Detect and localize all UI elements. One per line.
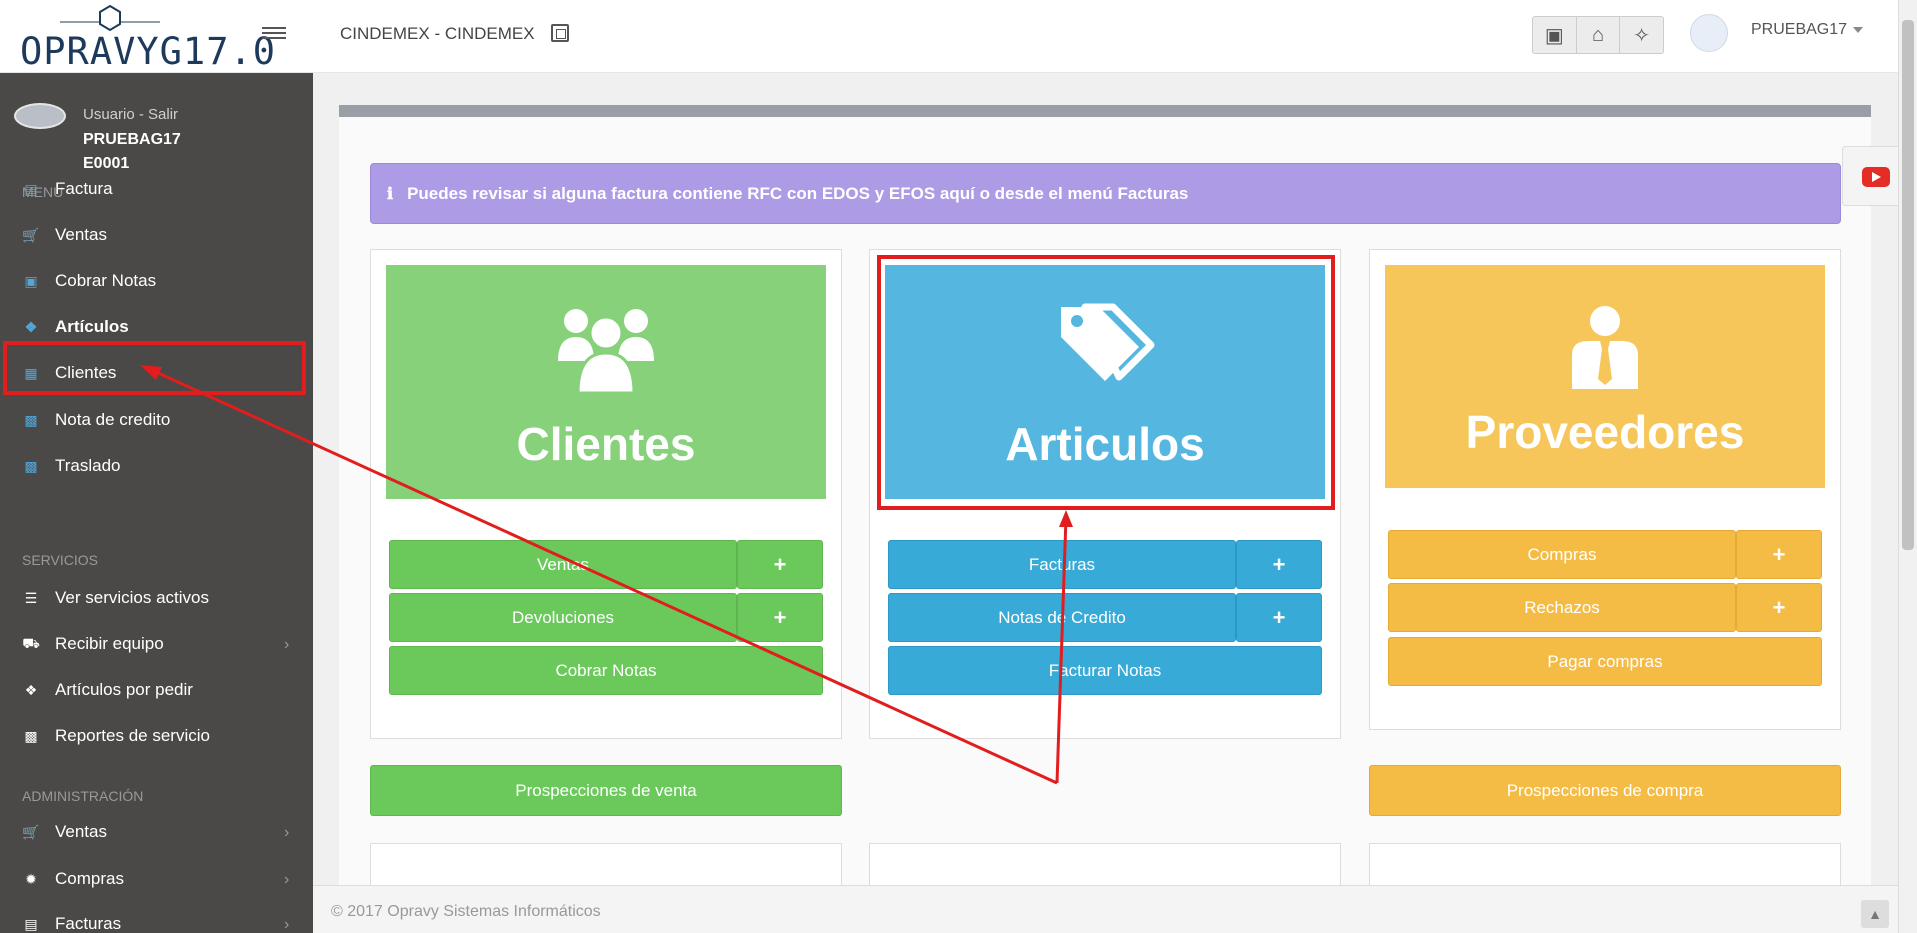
magic-icon[interactable]: ✧ [1620, 17, 1663, 53]
fullscreen-icon[interactable] [551, 24, 569, 42]
tags-icon: ❖ [24, 318, 38, 335]
footer: © 2017 Opravy Sistemas Informáticos ▲ [313, 885, 1898, 933]
clientes-title: Clientes [516, 418, 696, 470]
users-icon [386, 303, 826, 410]
logout-link[interactable]: Usuario - Salir [83, 106, 178, 123]
proveedores-title: Proveedores [1465, 406, 1745, 458]
file-icon: ▩ [24, 411, 38, 428]
money-icon: ▣ [24, 272, 38, 289]
logo-text: OPRAVYG17.0 [20, 30, 277, 73]
sidebar-item-traslado[interactable]: ▩ Traslado [0, 446, 313, 486]
sidebar-item-articulos[interactable]: ❖ Artículos [0, 307, 313, 347]
sidebar-item-admin-ventas[interactable]: 🛒 Ventas › [0, 812, 313, 852]
briefcase-icon[interactable]: ▣ [1533, 17, 1577, 53]
list-icon: ☰ [24, 589, 38, 606]
chevron-right-icon: › [284, 636, 290, 653]
bar-chart-icon: ▩ [24, 727, 38, 744]
caret-down-icon[interactable] [1853, 27, 1863, 33]
add-rechazo-button[interactable]: + [1736, 583, 1822, 632]
sidebar-item-ver-servicios[interactable]: ☰ Ver servicios activos [0, 578, 313, 618]
compras-button[interactable]: Compras [1388, 530, 1736, 579]
sidebar-item-nota-credito[interactable]: ▩ Nota de credito [0, 400, 313, 440]
prospecciones-compra-button[interactable]: Prospecciones de compra [1369, 765, 1841, 816]
devoluciones-button[interactable]: Devoluciones [389, 593, 737, 642]
chevron-right-icon: › [284, 871, 290, 888]
card-proveedores: Proveedores Compras + Rechazos + Pagar c… [1369, 249, 1841, 730]
invoice-icon: ▤ [24, 915, 38, 932]
add-factura-button[interactable]: + [1236, 540, 1322, 589]
sidebar-item-cobrar-notas[interactable]: ▣ Cobrar Notas [0, 261, 313, 301]
chevron-right-icon: › [284, 824, 290, 841]
truck-icon: ⛟ [22, 634, 40, 651]
file-icon: ▩ [24, 457, 38, 474]
card-articulos: Articulos Facturas + Notas de Credito + … [869, 249, 1341, 739]
notas-credito-button[interactable]: Notas de Credito [888, 593, 1236, 642]
alert-text: Puedes revisar si alguna factura contien… [407, 183, 1189, 203]
section-administracion: ADMINISTRACIÓN [22, 788, 144, 804]
add-compra-button[interactable]: + [1736, 530, 1822, 579]
tags-icon [885, 303, 1325, 402]
gear-icon: ✹ [25, 870, 37, 887]
user-menu[interactable]: PRUEBAG17 [1751, 21, 1847, 39]
add-venta-button[interactable]: + [737, 540, 823, 589]
sidebar-user-name: PRUEBAG17 [83, 131, 181, 148]
youtube-tab[interactable] [1842, 146, 1898, 206]
articulos-title: Articulos [1005, 418, 1205, 470]
ventas-button[interactable]: Ventas [389, 540, 737, 589]
scrollbar-thumb[interactable] [1902, 20, 1914, 550]
toolbar-group: ▣ ⌂ ✧ [1532, 16, 1664, 54]
sidebar-item-admin-compras[interactable]: ✹ Compras › [0, 859, 313, 899]
card-clientes: Clientes Ventas + Devoluciones + Cobrar … [370, 249, 842, 739]
scrollbar[interactable] [1898, 0, 1917, 933]
youtube-icon [1862, 167, 1890, 187]
sidebar-item-recibir-equipo[interactable]: ⛟ Recibir equipo › [0, 624, 313, 664]
user-tie-icon [1385, 305, 1825, 404]
company-name: CINDEMEX - CINDEMEX [340, 24, 535, 43]
home-icon[interactable]: ⌂ [1577, 17, 1621, 53]
invoice-icon: ▤ [24, 180, 38, 197]
proveedores-hero[interactable]: Proveedores [1385, 265, 1825, 488]
sidebar-item-admin-facturas[interactable]: ▤ Facturas › [0, 904, 313, 933]
pagar-compras-button[interactable]: Pagar compras [1388, 637, 1822, 686]
add-nota-credito-button[interactable]: + [1236, 593, 1322, 642]
arrow-up-icon[interactable]: ▲ [1861, 900, 1889, 928]
hamburger-menu-icon[interactable] [262, 24, 286, 44]
sidebar-item-ventas[interactable]: 🛒 Ventas [0, 215, 313, 255]
add-devolucion-button[interactable]: + [737, 593, 823, 642]
sidebar-avatar [14, 103, 66, 129]
section-servicios: SERVICIOS [22, 552, 98, 568]
sidebar-item-factura[interactable]: ▤ Factura [0, 169, 313, 209]
articulos-hero[interactable]: Articulos [885, 265, 1325, 499]
chevron-right-icon: › [284, 916, 290, 933]
address-book-icon: ▦ [24, 364, 38, 381]
clientes-hero[interactable]: Clientes [386, 265, 826, 499]
main-content: ℹ Puedes revisar si alguna factura conti… [313, 73, 1898, 905]
sidebar-item-clientes[interactable]: ▦ Clientes [0, 353, 313, 393]
rechazos-button[interactable]: Rechazos [1388, 583, 1736, 632]
info-alert[interactable]: ℹ Puedes revisar si alguna factura conti… [370, 163, 1841, 224]
copyright-text: © 2017 Opravy Sistemas Informáticos [331, 903, 601, 920]
prospecciones-venta-button[interactable]: Prospecciones de venta [370, 765, 842, 816]
tags-icon: ❖ [24, 681, 38, 698]
cart-icon: 🛒 [22, 823, 40, 840]
facturas-button[interactable]: Facturas [888, 540, 1236, 589]
sidebar: Usuario - Salir PRUEBAG17 E0001 MENU ▤ Fa… [0, 73, 313, 933]
cobrar-notas-button[interactable]: Cobrar Notas [389, 646, 823, 695]
avatar[interactable] [1690, 14, 1728, 52]
cart-icon: 🛒 [22, 226, 40, 243]
app-logo[interactable]: OPRAVYG17.0 [20, 4, 275, 72]
facturar-notas-button[interactable]: Facturar Notas [888, 646, 1322, 695]
sidebar-item-reportes-servicio[interactable]: ▩ Reportes de servicio [0, 716, 313, 756]
top-bar: OPRAVYG17.0 CINDEMEX - CINDEMEX ▣ ⌂ ✧ PR… [0, 0, 1917, 73]
info-icon: ℹ [387, 185, 394, 203]
sidebar-item-articulos-por-pedir[interactable]: ❖ Artículos por pedir [0, 670, 313, 710]
